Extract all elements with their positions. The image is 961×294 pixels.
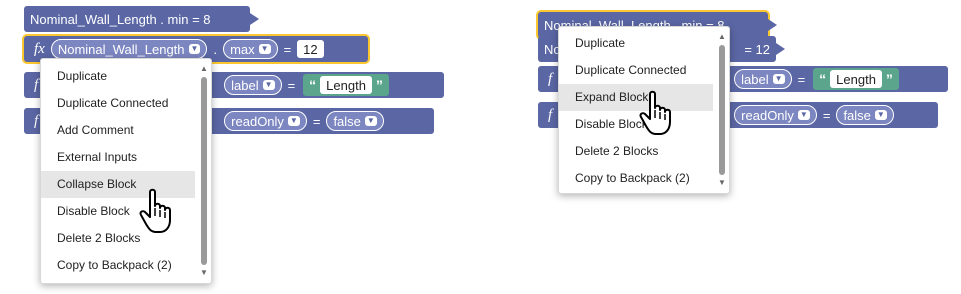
chevron-down-icon: ▼ xyxy=(262,80,275,90)
property-dropdown[interactable]: label ▼ xyxy=(224,75,282,95)
equals-sign: = xyxy=(797,71,806,87)
property-dropdown[interactable]: max ▼ xyxy=(223,39,278,59)
close-quote: ” xyxy=(375,77,383,93)
block-label: Nominal_Wall_Length . min = 8 xyxy=(30,11,211,27)
menu-item-disable-block[interactable]: Disable Block xyxy=(559,111,713,138)
menu-scrollbar[interactable]: ▲ ▼ xyxy=(718,33,726,187)
number-input[interactable]: 12 xyxy=(297,40,324,58)
block-connector xyxy=(250,13,259,25)
context-menu: Duplicate Duplicate Connected Add Commen… xyxy=(40,58,212,284)
hand-pointer-icon xyxy=(639,90,671,135)
menu-item-duplicate[interactable]: Duplicate xyxy=(41,63,195,90)
boolean-dropdown[interactable]: false ▼ xyxy=(836,105,894,125)
scroll-down-icon[interactable]: ▼ xyxy=(200,269,208,277)
chevron-down-icon: ▼ xyxy=(772,74,785,84)
property-dropdown[interactable]: label ▼ xyxy=(734,69,792,89)
collapsed-block-min[interactable]: Nominal_Wall_Length . min = 8 xyxy=(24,6,259,32)
right-workspace: Nominal_Wall_Length . min = 8 No = 12 f … xyxy=(520,0,961,294)
variable-dropdown[interactable]: Nominal_Wall_Length ▼ xyxy=(50,39,208,59)
hand-pointer-icon xyxy=(139,188,171,233)
block-connector xyxy=(776,43,785,55)
string-block[interactable]: “ Length ” xyxy=(813,68,899,90)
menu-item-external-inputs[interactable]: External Inputs xyxy=(41,144,195,171)
menu-item-add-comment[interactable]: Add Comment xyxy=(41,117,195,144)
open-quote: “ xyxy=(309,77,317,93)
equals-sign: = xyxy=(287,77,296,93)
string-input[interactable]: Length xyxy=(830,70,882,88)
chevron-down-icon: ▼ xyxy=(188,44,201,54)
chevron-down-icon: ▼ xyxy=(874,110,887,120)
open-quote: “ xyxy=(819,71,827,87)
string-block[interactable]: “ Length ” xyxy=(303,74,389,96)
menu-item-duplicate-connected[interactable]: Duplicate Connected xyxy=(559,57,713,84)
variable-name: Nominal_Wall_Length xyxy=(57,41,185,57)
menu-item-duplicate[interactable]: Duplicate xyxy=(559,30,713,57)
boolean-value: false xyxy=(843,107,871,123)
chevron-down-icon: ▼ xyxy=(364,116,377,126)
chevron-down-icon: ▼ xyxy=(287,116,300,126)
property-name: label xyxy=(231,77,259,93)
property-dropdown[interactable]: readOnly ▼ xyxy=(224,111,307,131)
dot-separator: . xyxy=(213,41,218,57)
block-value: = 12 xyxy=(744,41,770,57)
scrollbar-thumb[interactable] xyxy=(719,45,725,175)
property-name: label xyxy=(741,71,769,87)
equals-sign: = xyxy=(822,107,831,123)
scroll-down-icon[interactable]: ▼ xyxy=(718,179,726,187)
boolean-dropdown[interactable]: false ▼ xyxy=(326,111,384,131)
function-icon: f xyxy=(548,70,553,87)
menu-item-duplicate-connected[interactable]: Duplicate Connected xyxy=(41,90,195,117)
property-dropdown[interactable]: readOnly ▼ xyxy=(734,105,817,125)
menu-item-copy-to-backpack[interactable]: Copy to Backpack (2) xyxy=(41,252,195,279)
scrollbar-thumb[interactable] xyxy=(201,77,207,265)
chevron-down-icon: ▼ xyxy=(258,44,271,54)
equals-sign: = xyxy=(283,41,292,57)
property-name: readOnly xyxy=(741,107,794,123)
scroll-up-icon[interactable]: ▲ xyxy=(200,65,208,73)
close-quote: ” xyxy=(885,71,893,87)
string-input[interactable]: Length xyxy=(320,76,372,94)
property-name: readOnly xyxy=(231,113,284,129)
menu-scrollbar[interactable]: ▲ ▼ xyxy=(200,65,208,277)
boolean-value: false xyxy=(333,113,361,129)
menu-item-copy-to-backpack[interactable]: Copy to Backpack (2) xyxy=(559,165,713,192)
equals-sign: = xyxy=(312,113,321,129)
menu-item-expand-block[interactable]: Expand Block xyxy=(559,84,713,111)
property-name: max xyxy=(230,41,255,57)
chevron-down-icon: ▼ xyxy=(797,110,810,120)
function-icon: f xyxy=(548,106,553,123)
function-icon: fx xyxy=(34,40,45,57)
block-connector xyxy=(768,19,777,31)
scroll-up-icon[interactable]: ▲ xyxy=(718,33,726,41)
left-workspace: Nominal_Wall_Length . min = 8 fx Nominal… xyxy=(0,0,500,294)
menu-item-delete-blocks[interactable]: Delete 2 Blocks xyxy=(559,138,713,165)
